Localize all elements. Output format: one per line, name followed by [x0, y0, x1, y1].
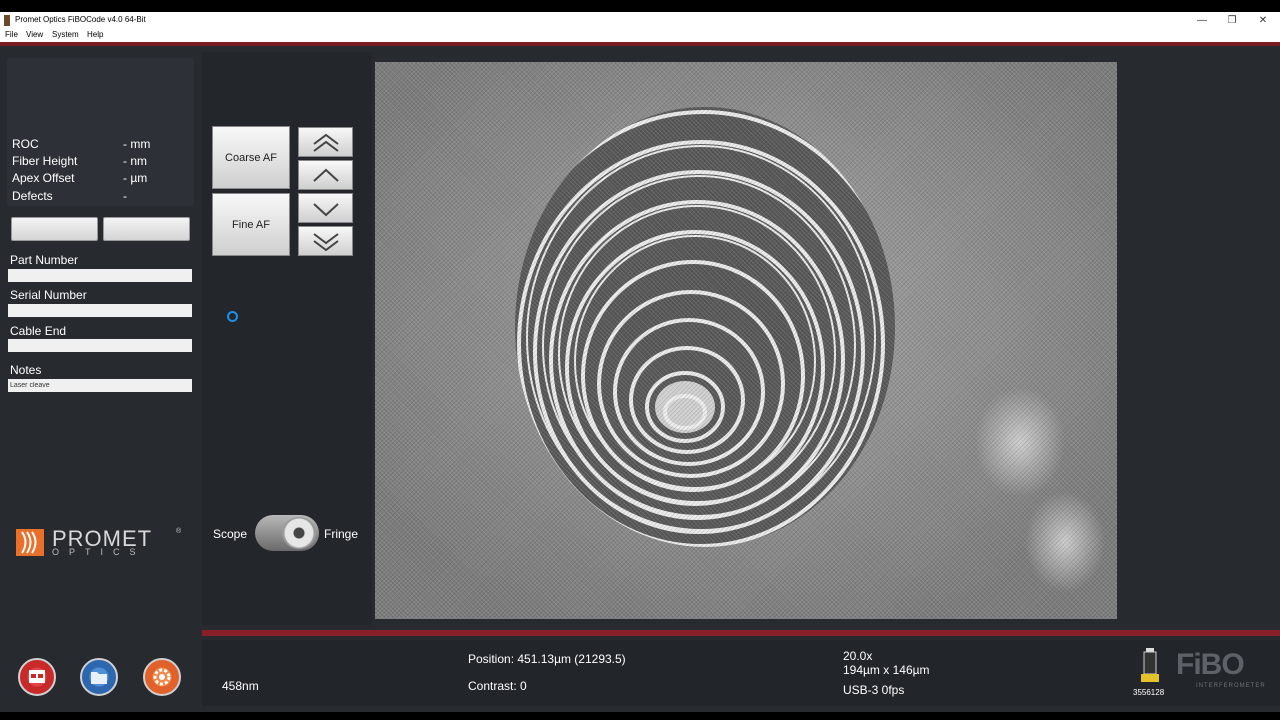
fast-up-button[interactable]: [298, 127, 353, 157]
fiber-height-label: Fiber Height: [12, 154, 78, 168]
device-icon: [1141, 648, 1159, 682]
report-button[interactable]: [18, 658, 56, 696]
logo-registered-mark: ®: [176, 528, 182, 535]
cable-end-input[interactable]: [8, 339, 192, 352]
mouse-cursor-indicator: [227, 311, 238, 322]
bottom-border: [0, 712, 1280, 720]
left-action-button[interactable]: [11, 217, 98, 241]
serial-number-input[interactable]: [8, 304, 192, 317]
window-title: Promet Optics FiBOCode v4.0 64-Bit: [15, 15, 146, 24]
fiber-height-value: - nm: [123, 154, 147, 168]
folder-icon: [91, 672, 107, 684]
cable-end-label: Cable End: [10, 324, 67, 338]
open-folder-button[interactable]: [80, 658, 118, 696]
double-chevron-up-icon: [313, 133, 339, 152]
part-number-label: Part Number: [10, 253, 79, 267]
double-chevron-down-icon: [313, 233, 339, 252]
fibo-logo-subtext: INTERFEROMETER: [1196, 683, 1266, 689]
report-icon: [29, 670, 45, 683]
menu-file[interactable]: File: [5, 30, 18, 39]
chevron-down-icon: [313, 203, 339, 217]
serial-number-label: Serial Number: [10, 288, 87, 302]
promet-logo-icon: [16, 529, 44, 556]
status-panel: [202, 640, 1280, 706]
field-of-view-readout: 194µm x 146µm: [843, 663, 930, 677]
status-divider: [202, 630, 1280, 636]
menu-help[interactable]: Help: [87, 30, 103, 39]
coarse-af-button[interactable]: Coarse AF: [212, 126, 290, 189]
apex-offset-value: - µm: [123, 171, 148, 185]
roc-value: - mm: [123, 137, 151, 151]
scope-label: Scope: [213, 527, 248, 541]
fast-down-button[interactable]: [298, 226, 353, 256]
down-button[interactable]: [298, 193, 353, 223]
fine-af-button[interactable]: Fine AF: [212, 193, 290, 256]
right-action-button[interactable]: [103, 217, 190, 241]
notes-label: Notes: [10, 363, 42, 377]
chevron-up-icon: [313, 168, 339, 182]
sensor-texture: [375, 62, 1117, 619]
menu-view[interactable]: View: [26, 30, 43, 39]
toggle-knob[interactable]: [282, 517, 316, 549]
fringe-label: Fringe: [324, 527, 359, 541]
magnification-readout: 20.0x: [843, 649, 873, 663]
contrast-readout: Contrast: 0: [468, 679, 527, 693]
defects-label: Defects: [12, 189, 53, 203]
defects-value: -: [123, 189, 127, 203]
part-number-input[interactable]: [8, 269, 192, 282]
promet-logo-subtext: OPTICS: [52, 547, 146, 557]
notes-input[interactable]: [8, 379, 192, 392]
gear-icon: [153, 668, 171, 686]
menu-system[interactable]: System: [52, 30, 79, 39]
position-readout: Position: 451.13µm (21293.5): [468, 652, 626, 666]
up-button[interactable]: [298, 160, 353, 190]
right-panel: [1117, 52, 1280, 625]
roc-label: ROC: [12, 137, 39, 151]
restore-button[interactable]: ❐: [1218, 13, 1246, 28]
fibo-logo: FiBO: [1176, 648, 1245, 681]
title-bar: Promet Optics FiBOCode v4.0 64-Bit — ❐ ✕: [0, 12, 1280, 29]
minimize-button[interactable]: —: [1188, 13, 1216, 28]
apex-offset-label: Apex Offset: [12, 171, 75, 185]
wavelength-readout: 458nm: [222, 679, 259, 693]
close-button[interactable]: ✕: [1249, 13, 1277, 28]
app-icon: [4, 15, 10, 26]
device-id: 3556128: [1133, 688, 1165, 697]
camera-readout: USB-3 0fps: [843, 683, 905, 697]
menu-bar: File View System Help: [0, 29, 1280, 42]
settings-button[interactable]: [143, 658, 181, 696]
interferogram-viewer[interactable]: [375, 62, 1117, 619]
